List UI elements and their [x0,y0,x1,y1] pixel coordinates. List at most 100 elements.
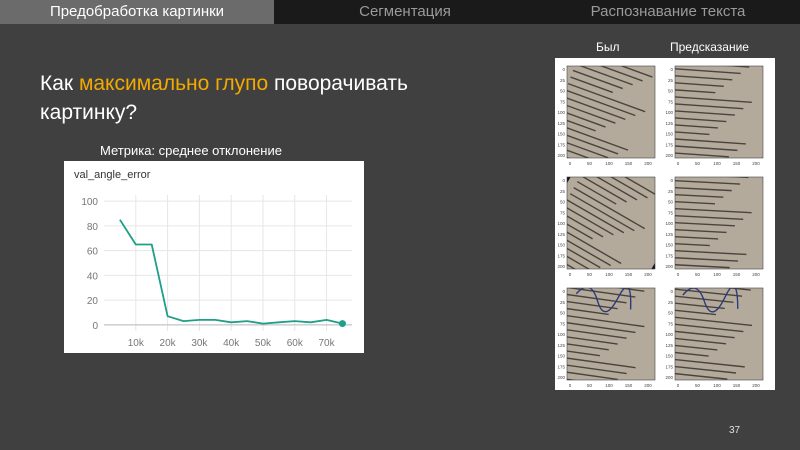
thumb-x-tick-label: 150 [625,161,633,166]
thumb-x-tick-label: 100 [713,383,721,388]
thumb-y-tick-label: 125 [665,343,673,348]
document-text-line [672,166,712,168]
thumb-x-tick-label: 100 [713,272,721,277]
slide-title: Как максимально глупо поворачивать карти… [40,69,480,127]
thumb-y-tick-label: 0 [562,178,565,183]
tab-bar: Предобработка картинки Сегментация Распо… [0,0,800,24]
thumb-x-tick-label: 200 [644,272,652,277]
tab-text-recognition[interactable]: Распознавание текста [536,0,800,24]
thumb-y-tick-label: 50 [560,200,566,205]
thumb-x-tick-label: 0 [677,383,680,388]
thumb-y-tick-label: 50 [668,200,674,205]
thumb-x-tick-label: 200 [752,272,760,277]
thumb-x-tick-label: 200 [644,161,652,166]
thumb-y-tick-label: 150 [557,132,565,137]
thumb-y-tick-label: 175 [665,253,673,258]
y-tick-label: 40 [87,271,99,282]
thumb-y-tick-label: 50 [668,89,674,94]
thumb-y-tick-label: 0 [670,178,673,183]
thumb-y-tick-label: 200 [665,375,673,380]
thumb-x-tick-label: 100 [605,383,613,388]
document-text-line [666,159,721,163]
thumb-y-tick-label: 75 [560,99,566,104]
thumb-y-tick-label: 25 [668,189,674,194]
thumb-x-tick-label: 150 [625,383,633,388]
thumb-y-tick-label: 125 [557,343,565,348]
document-text-line [665,166,712,169]
document-sheet [567,288,655,380]
document-sheet [675,66,763,158]
thumb-y-tick-label: 150 [665,243,673,248]
thumb-y-tick-label: 200 [665,264,673,269]
thumb-y-tick-label: 125 [665,232,673,237]
thumb-x-tick-label: 0 [569,272,572,277]
thumbnail-before-3: 0 25 50 75 100 125 150 175 200 0 50 100 150 200 [555,287,656,390]
thumb-x-tick-label: 50 [587,272,593,277]
thumb-y-tick-label: 125 [557,232,565,237]
thumbnail-predicted-2: 0 25 50 75 100 125 150 175 200 0 50 100 150 200 [665,166,764,280]
thumb-x-tick-label: 0 [677,272,680,277]
thumb-y-tick-label: 125 [557,121,565,126]
thumb-y-tick-label: 100 [557,332,565,337]
thumb-y-tick-label: 0 [670,67,673,72]
loss-chart: val_angle_error 0 20 40 60 80 100 10k 20k 30k 40k 5… [74,169,352,349]
thumb-y-tick-label: 75 [668,321,674,326]
thumb-x-tick-label: 100 [605,272,613,277]
x-tick-label: 20k [160,338,177,349]
thumb-y-tick-label: 150 [557,354,565,359]
x-tick-label: 40k [223,338,240,349]
chart-card: val_angle_error 0 20 40 60 80 100 10k 20k 30k 40k 5… [64,161,364,353]
thumb-x-tick-label: 0 [677,161,680,166]
x-tick-label: 10k [128,338,145,349]
thumb-x-tick-label: 50 [695,161,701,166]
metric-subtitle: Метрика: среднее отклонение [100,143,282,158]
document-text-line [555,384,600,390]
x-tick-label: 50k [255,338,272,349]
x-tick-label: 60k [287,338,304,349]
tab-preprocessing[interactable]: Предобработка картинки [0,0,274,24]
thumb-y-tick-label: 75 [560,210,566,215]
x-tick-label: 30k [191,338,208,349]
thumb-y-tick-label: 50 [560,89,566,94]
thumb-x-tick-label: 200 [752,161,760,166]
thumb-y-tick-label: 50 [668,311,674,316]
y-tick-label: 100 [81,197,98,208]
thumbnail-predicted-3: 0 25 50 75 100 125 150 175 200 0 50 100 150 200 [663,287,764,390]
thumb-y-tick-label: 25 [668,300,674,305]
thumbnail-predicted-1: 0 25 50 75 100 125 150 175 200 0 50 100 150 200 [665,65,764,169]
chart-title: val_angle_error [74,169,151,181]
thumb-y-tick-label: 175 [665,142,673,147]
thumb-x-tick-label: 150 [733,161,741,166]
thumb-y-tick-label: 100 [557,221,565,226]
title-highlight: максимально глупо [78,72,269,95]
thumb-x-tick-label: 150 [625,272,633,277]
thumb-x-tick-label: 150 [733,383,741,388]
thumbnail-grid-svg: 0 25 50 75 100 125 150 175 200 0 50 100 150 200 0 25 50 7… [555,65,764,390]
thumb-y-tick-label: 100 [665,332,673,337]
document-text-line [663,386,710,390]
thumb-y-tick-label: 25 [668,78,674,83]
thumb-y-tick-label: 25 [560,300,566,305]
document-text-line [666,278,713,280]
thumb-y-tick-label: 200 [557,153,565,158]
tab-segmentation[interactable]: Сегментация [274,0,536,24]
y-tick-label: 80 [87,222,99,233]
thumb-x-tick-label: 200 [644,383,652,388]
thumb-y-tick-label: 175 [665,364,673,369]
thumb-y-tick-label: 175 [557,142,565,147]
thumb-y-tick-label: 100 [665,221,673,226]
thumb-y-tick-label: 150 [665,132,673,137]
thumb-x-tick-label: 0 [569,383,572,388]
thumb-x-tick-label: 100 [713,161,721,166]
thumb-y-tick-label: 50 [560,311,566,316]
thumb-y-tick-label: 200 [665,153,673,158]
thumb-x-tick-label: 150 [733,272,741,277]
thumb-x-tick-label: 50 [695,383,701,388]
x-tick-label: 70k [319,338,336,349]
document-text-line [675,378,719,380]
thumbnail-grid: 0 25 50 75 100 125 150 175 200 0 50 100 150 200 0 25 50 7… [555,58,775,390]
thumb-x-tick-label: 200 [752,383,760,388]
thumb-y-tick-label: 0 [670,289,673,294]
thumb-y-tick-label: 150 [665,354,673,359]
thumb-y-tick-label: 100 [665,110,673,115]
